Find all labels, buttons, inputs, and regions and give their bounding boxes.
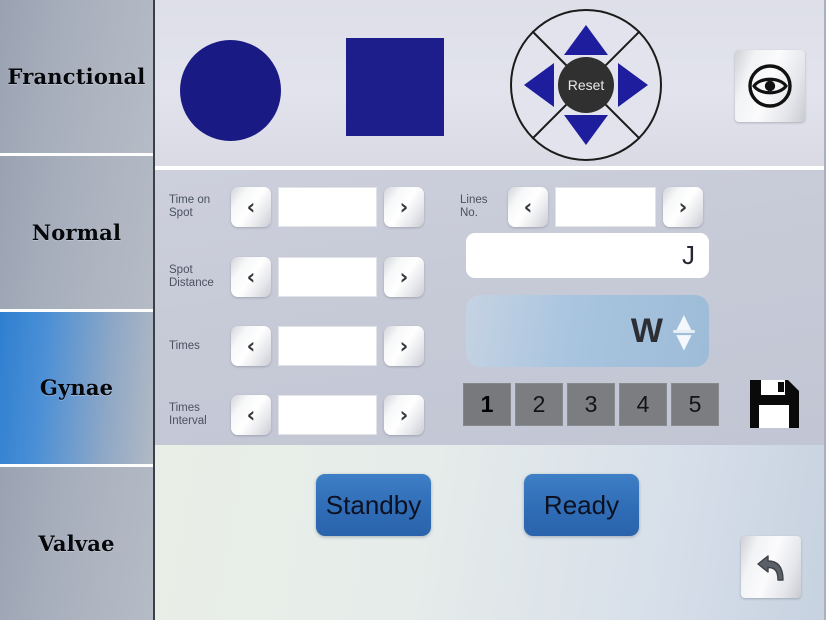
sidebar-item-label: Franctional: [7, 63, 146, 89]
times-interval-increment-button[interactable]: ›: [384, 395, 424, 435]
preset-button-3[interactable]: 3: [567, 383, 615, 426]
footer-actions: Standby Ready: [155, 445, 824, 620]
chevron-left-icon: ‹: [246, 403, 256, 427]
lines-no-value[interactable]: [555, 187, 656, 227]
lines-no-decrement-button[interactable]: ‹: [508, 187, 548, 227]
chevron-left-icon: ‹: [246, 265, 256, 289]
chevron-up-icon[interactable]: ▲: [676, 311, 691, 331]
energy-unit-label: J: [682, 240, 695, 270]
save-button[interactable]: [747, 378, 802, 430]
label-times-interval: Times Interval: [169, 402, 207, 427]
chevron-left-icon: ‹: [246, 195, 256, 219]
chevron-right-icon: ›: [399, 195, 409, 219]
preset-button-2[interactable]: 2: [515, 383, 563, 426]
row-times: Times ‹ ›: [169, 326, 424, 366]
sidebar-item-valvae[interactable]: Valvae: [0, 467, 153, 620]
times-value[interactable]: [278, 326, 377, 366]
standby-label: Standby: [325, 489, 422, 520]
times-interval-decrement-button[interactable]: ‹: [231, 395, 271, 435]
row-time-on-spot: Time on Spot ‹ ›: [169, 187, 424, 227]
label-time-on-spot: Time on Spot: [169, 194, 211, 219]
preset-label: 4: [636, 391, 650, 417]
label-spot-distance: Spot Distance: [169, 264, 214, 289]
label-times: Times: [169, 339, 200, 352]
preset-label: 1: [480, 391, 494, 417]
row-lines-no: Lines No. ‹ ›: [460, 187, 703, 227]
lines-no-increment-button[interactable]: ›: [663, 187, 703, 227]
chevron-down-icon[interactable]: ▼: [676, 331, 691, 351]
arrow-down-icon[interactable]: [564, 115, 608, 145]
preset-button-5[interactable]: 5: [671, 383, 719, 426]
floppy-save-icon: [750, 380, 799, 428]
sidebar-item-label: Valvae: [38, 531, 115, 557]
preset-label: 2: [532, 391, 546, 417]
chevron-right-icon: ›: [678, 195, 688, 219]
arrow-up-icon[interactable]: [564, 25, 608, 55]
label-lines-no: Lines No.: [460, 194, 488, 219]
ready-button[interactable]: Ready: [524, 474, 639, 536]
times-decrement-button[interactable]: ‹: [231, 326, 271, 366]
arrow-left-icon[interactable]: [524, 63, 554, 107]
preset-button-1[interactable]: 1: [463, 383, 511, 426]
chevron-right-icon: ›: [399, 403, 409, 427]
eye-icon: [748, 64, 792, 108]
energy-field[interactable]: J: [466, 233, 709, 278]
time-on-spot-increment-button[interactable]: ›: [384, 187, 424, 227]
row-spot-distance: Spot Distance ‹ ›: [169, 257, 424, 297]
reset-label: Reset: [567, 77, 605, 93]
preset-button-group: 1 2 3 4 5: [463, 383, 719, 426]
row-times-interval: Times Interval ‹ ›: [169, 395, 424, 435]
app-root: Franctional Normal Gynae Valvae Reset Ti…: [0, 0, 826, 620]
times-increment-button[interactable]: ›: [384, 326, 424, 366]
parameters-panel: Time on Spot ‹ › Spot Distance ‹ › Times: [155, 170, 824, 445]
spot-distance-decrement-button[interactable]: ‹: [231, 257, 271, 297]
spot-distance-value[interactable]: [278, 257, 377, 297]
preset-label: 3: [584, 391, 598, 417]
sidebar-item-franctional[interactable]: Franctional: [0, 0, 153, 156]
ready-label: Ready: [543, 489, 620, 520]
reset-button[interactable]: Reset: [558, 57, 614, 113]
power-panel[interactable]: W ▲ ▼: [466, 295, 709, 367]
preset-label: 5: [688, 391, 702, 417]
standby-button[interactable]: Standby: [316, 474, 431, 536]
sidebar-item-label: Gynae: [39, 375, 114, 401]
back-arrow-icon: [757, 555, 784, 581]
header-toolbar: Reset: [155, 0, 824, 170]
preview-eye-button[interactable]: [735, 50, 805, 122]
times-interval-value[interactable]: [278, 395, 377, 435]
chevron-left-icon: ‹: [246, 334, 256, 358]
sidebar-item-gynae[interactable]: Gynae: [0, 311, 153, 468]
back-button[interactable]: [741, 536, 801, 598]
power-spinner[interactable]: ▲ ▼: [673, 311, 695, 351]
arrow-right-icon[interactable]: [618, 63, 648, 107]
chevron-right-icon: ›: [399, 334, 409, 358]
chevron-right-icon: ›: [399, 265, 409, 289]
preset-button-4[interactable]: 4: [619, 383, 667, 426]
sidebar-item-label: Normal: [31, 219, 122, 245]
power-unit-label: W: [630, 311, 663, 350]
spot-distance-increment-button[interactable]: ›: [384, 257, 424, 297]
dpad-control[interactable]: Reset: [510, 9, 662, 161]
sidebar-item-normal[interactable]: Normal: [0, 155, 153, 312]
time-on-spot-decrement-button[interactable]: ‹: [231, 187, 271, 227]
square-shape-button[interactable]: [346, 38, 444, 136]
time-on-spot-value[interactable]: [278, 187, 377, 227]
chevron-left-icon: ‹: [523, 195, 533, 219]
content-pane: Reset Time on Spot ‹ › Spot Distance ‹ ›…: [155, 0, 824, 620]
circle-shape-button[interactable]: [180, 40, 281, 141]
sidebar: Franctional Normal Gynae Valvae: [0, 0, 155, 620]
